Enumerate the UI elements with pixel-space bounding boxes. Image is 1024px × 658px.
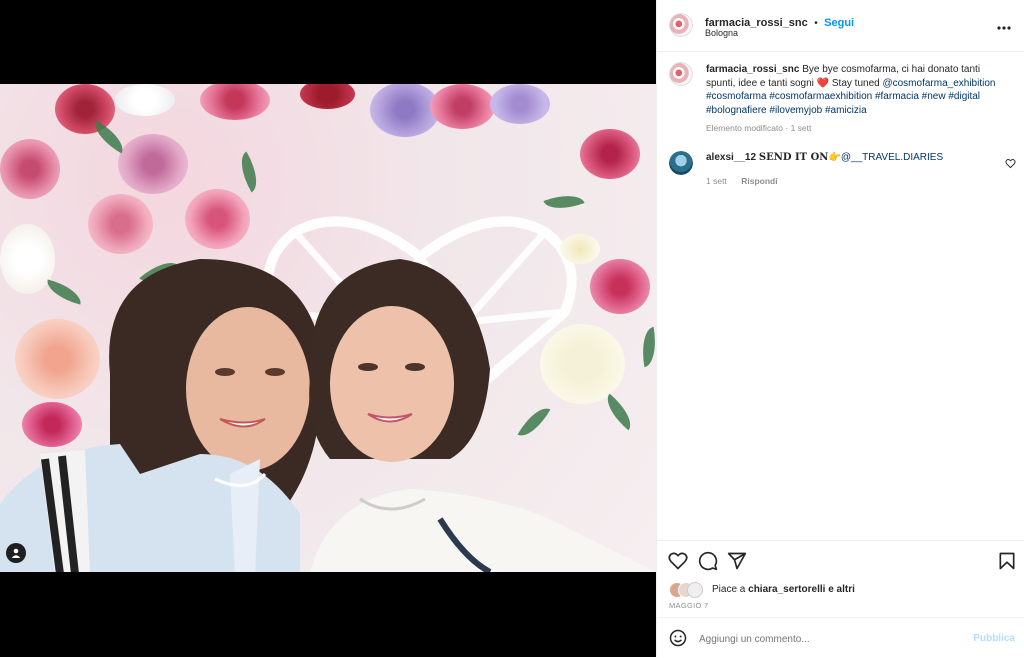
hashtag-link[interactable]: #ilovemyjob [769,105,822,116]
person-left [0,259,322,572]
comment-icon[interactable] [698,551,718,571]
flower [370,84,440,137]
follow-button[interactable]: Segui [824,17,854,29]
person-right [309,259,656,572]
likes-others[interactable]: e altri [828,584,855,595]
save-icon[interactable] [997,551,1017,571]
more-options-icon[interactable] [997,17,1011,35]
like-icon[interactable] [668,551,688,571]
separator-dot: • [814,18,818,29]
caption-meta: Elemento modificato · 1 sett [706,123,812,133]
liker-username[interactable]: chiara_sertorelli [748,584,825,595]
comment-meta: 1 sett Rispondi [706,171,778,189]
heart-emoji: ❤️ [816,77,830,89]
hashtag-link[interactable]: #amicizia [825,105,867,116]
caption-stay-tuned: Stay tuned [831,77,880,89]
hashtag-link[interactable]: #cosmofarma [706,91,767,102]
author-avatar[interactable] [669,13,693,37]
flower [580,129,640,179]
comment-text: alexsi__12 𝐒𝐄𝐍𝐃 𝐈𝐓 𝐎𝐍👉@__TRAVEL.DIARIES [706,152,996,163]
leaf [232,151,266,193]
commenter-username[interactable]: alexsi__12 [706,152,756,163]
post-location[interactable]: Bologna [705,28,738,38]
add-comment-bar: Pubblica [657,617,1024,658]
flower [88,194,153,254]
likers-avatars[interactable] [669,582,709,598]
emoji-icon[interactable] [669,629,687,652]
flower [0,139,60,199]
likes-text: Piace a chiara_sertorelli e altri [712,584,855,595]
caption-text: farmacia_rossi_snc Bye bye cosmofarma, c… [706,63,1011,136]
comment-input[interactable] [697,628,971,650]
post-media[interactable] [0,0,656,657]
share-icon[interactable] [727,551,747,571]
publish-button[interactable]: Pubblica [973,633,1015,644]
flower [118,134,188,194]
hashtag-link[interactable]: #new [922,91,946,102]
comment-like-icon[interactable] [1005,156,1016,174]
hashtag-link[interactable]: #cosmofarmaexhibition [769,91,872,102]
commenter-avatar[interactable] [669,151,693,175]
comment-mention[interactable]: @__TRAVEL.DIARIES [841,152,943,163]
comment-time: 1 sett [706,176,727,186]
flower [300,84,355,109]
caption-username[interactable]: farmacia_rossi_snc [706,64,799,75]
flower [490,84,550,124]
post-date[interactable]: MAGGIO 7 [669,601,709,610]
person-tag-icon[interactable] [6,543,26,563]
comment-body: 𝐒𝐄𝐍𝐃 𝐈𝐓 𝐎𝐍 [758,152,829,163]
flower [185,189,250,249]
flower [430,84,495,129]
reply-button[interactable]: Rispondi [741,176,777,186]
post-side-panel: farmacia_rossi_snc • Segui Bologna farma… [656,0,1024,657]
hashtag-link[interactable]: #farmacia [875,91,919,102]
post-header: farmacia_rossi_snc • Segui Bologna [657,0,1024,52]
flower [200,84,270,120]
post-photo [0,84,656,572]
likes-prefix: Piace a [712,584,746,595]
hashtag-link[interactable]: #digital [948,91,980,102]
flower [115,84,175,116]
hashtag-link[interactable]: #bolognafiere [706,105,767,116]
caption-avatar[interactable] [669,62,693,86]
pointing-emoji: 👉 [828,152,841,163]
mention-link[interactable]: @cosmofarma_exhibition [882,78,995,89]
